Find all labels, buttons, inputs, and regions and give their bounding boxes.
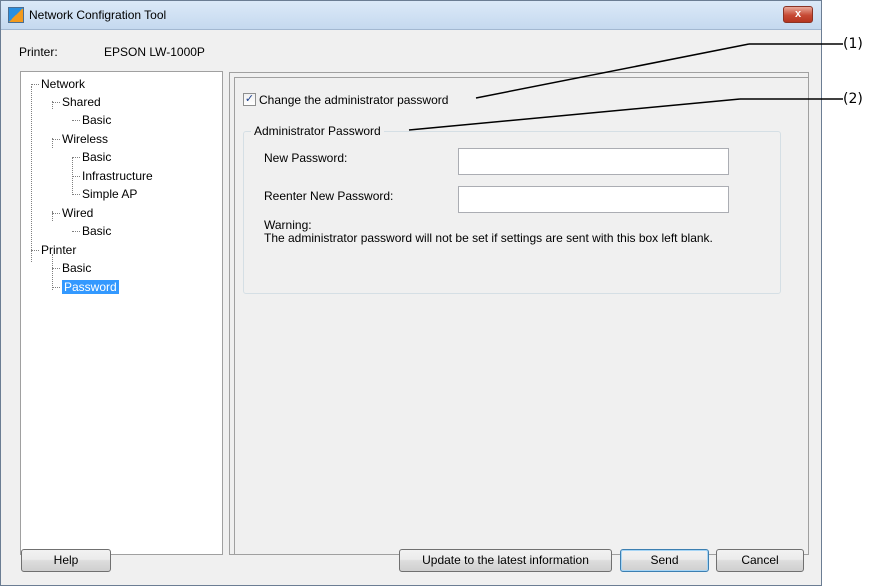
callout-lines (408, 43, 843, 131)
callout-1: (1) (843, 36, 863, 52)
callout-line-1 (475, 43, 750, 99)
callout-2: (2) (843, 91, 863, 107)
callout-line-2 (408, 98, 741, 131)
